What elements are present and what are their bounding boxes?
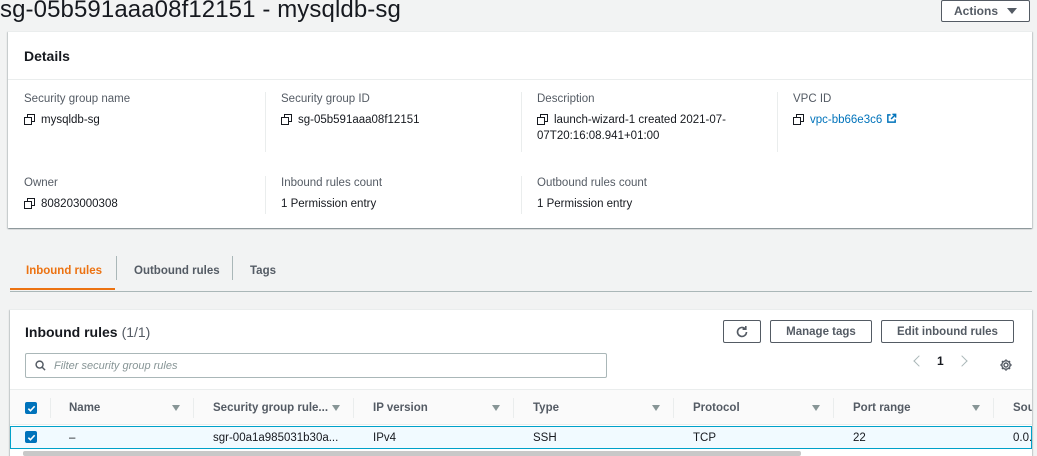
field-label: Inbound rules count — [281, 177, 383, 189]
refresh-icon — [736, 325, 748, 337]
copy-icon[interactable] — [793, 114, 804, 125]
vpc-id-value[interactable]: vpc-bb66e3c6 — [810, 114, 882, 126]
column-divider — [521, 176, 522, 214]
sort-caret-icon[interactable] — [172, 405, 180, 411]
active-tab-indicator — [10, 288, 115, 290]
sort-caret-icon[interactable] — [652, 405, 660, 411]
search-field[interactable] — [25, 353, 607, 378]
copy-icon[interactable] — [24, 114, 35, 125]
actions-button[interactable]: Actions — [941, 0, 1030, 22]
field-description: Description launch-wizard-1 created 2021… — [537, 92, 757, 144]
cell-name: – — [69, 431, 76, 444]
column-divider — [833, 398, 834, 418]
edit-inbound-rules-button[interactable]: Edit inbound rules — [881, 320, 1014, 343]
tab-outbound-rules[interactable]: Outbound rules — [134, 252, 220, 290]
column-header-ip-version[interactable]: IP version — [373, 390, 428, 426]
column-divider — [673, 398, 674, 418]
page-number[interactable]: 1 — [937, 354, 944, 368]
field-label: VPC ID — [793, 93, 832, 105]
manage-tags-button[interactable]: Manage tags — [770, 320, 872, 343]
column-divider — [777, 92, 778, 152]
tab-tags[interactable]: Tags — [250, 252, 276, 290]
column-divider — [353, 398, 354, 418]
column-header-rule-id[interactable]: Security group rule... — [213, 390, 328, 426]
field-vpc-id: VPC ID vpc-bb66e3c6 — [793, 92, 1023, 128]
table-header: Name Security group rule... IP version T… — [10, 389, 1032, 425]
field-label: Owner — [24, 177, 58, 189]
cell-ip-version: IPv4 — [373, 431, 397, 444]
search-icon — [35, 360, 46, 371]
inbound-rules-panel: Inbound rules (1/1) Manage tags Edit inbo… — [10, 309, 1032, 456]
page-title: sg-05b591aaa08f12151 - mysqldb-sg — [0, 0, 401, 23]
cell-rule-id: sgr-00a1a985031b30a... — [213, 431, 339, 444]
details-panel: Details Security group name mysqldb-sg S… — [8, 31, 1032, 228]
select-all-checkbox[interactable] — [25, 402, 37, 414]
field-security-group-name: Security group name mysqldb-sg — [24, 92, 254, 128]
rules-count: (1/1) — [121, 324, 151, 340]
field-label: Security group ID — [281, 93, 370, 105]
field-outbound-rules-count: Outbound rules count 1 Permission entry — [537, 176, 767, 212]
actions-label: Actions — [953, 4, 998, 18]
sort-caret-icon[interactable] — [332, 405, 340, 411]
column-header-protocol[interactable]: Protocol — [693, 390, 740, 426]
field-value: 1 Permission entry — [537, 198, 633, 210]
field-value: 1 Permission entry — [281, 198, 377, 210]
refresh-button[interactable] — [723, 320, 761, 343]
column-divider — [521, 92, 522, 152]
row-checkbox[interactable] — [25, 431, 37, 443]
field-value: sg-05b591aaa08f12151 — [298, 114, 420, 126]
caret-down-icon — [1007, 8, 1017, 14]
search-input[interactable] — [54, 359, 574, 372]
field-label: Outbound rules count — [537, 177, 647, 189]
chevron-left-icon[interactable] — [913, 355, 925, 367]
field-value: mysqldb-sg — [41, 114, 100, 126]
inbound-rules-title: Inbound rules (1/1) — [25, 324, 150, 340]
checkmark-icon — [27, 434, 35, 441]
column-divider — [193, 398, 194, 418]
cell-type: SSH — [533, 431, 557, 444]
copy-icon[interactable] — [281, 114, 292, 125]
copy-icon[interactable] — [24, 198, 35, 209]
copy-icon[interactable] — [537, 114, 548, 125]
column-header-port-range[interactable]: Port range — [853, 390, 911, 426]
field-value-line1: launch-wizard-1 created 2021-07- — [554, 114, 726, 126]
column-divider — [513, 398, 514, 418]
sort-caret-icon[interactable] — [812, 405, 820, 411]
checkmark-icon — [27, 405, 35, 412]
tab-separator — [232, 256, 233, 280]
column-header-name[interactable]: Name — [69, 390, 100, 426]
column-header-source[interactable]: Sou — [1013, 390, 1032, 426]
tab-inbound-rules[interactable]: Inbound rules — [26, 252, 102, 290]
cell-port-range: 22 — [853, 431, 866, 444]
column-divider — [265, 176, 266, 214]
sort-caret-icon[interactable] — [972, 405, 980, 411]
field-owner: Owner 808203000308 — [24, 176, 254, 212]
field-security-group-id: Security group ID sg-05b591aaa08f12151 — [281, 92, 511, 128]
column-divider — [993, 398, 994, 418]
column-divider — [265, 92, 266, 152]
field-label: Security group name — [24, 93, 131, 105]
column-header-type[interactable]: Type — [533, 390, 559, 426]
field-value: 808203000308 — [41, 198, 118, 210]
chevron-right-icon[interactable] — [956, 355, 968, 367]
field-label: Description — [537, 93, 595, 105]
field-value-line2: 07T20:16:08.941+01:00 — [537, 130, 660, 142]
tab-bar: Inbound rules Outbound rules Tags — [10, 252, 1032, 292]
details-header: Details — [8, 32, 1032, 80]
gear-icon[interactable] — [999, 358, 1013, 372]
panel-title: Inbound rules — [25, 324, 118, 340]
tab-separator — [116, 256, 117, 280]
cell-source: 0.0. — [1013, 431, 1032, 444]
cell-protocol: TCP — [693, 431, 716, 444]
vpc-id-link[interactable]: vpc-bb66e3c6 — [810, 112, 897, 128]
table-row[interactable]: – sgr-00a1a985031b30a... IPv4 SSH TCP 22… — [10, 426, 1032, 449]
field-inbound-rules-count: Inbound rules count 1 Permission entry — [281, 176, 511, 212]
column-divider — [50, 398, 51, 418]
sort-caret-icon[interactable] — [492, 405, 500, 411]
pagination: 1 — [913, 354, 968, 368]
horizontal-scrollbar[interactable] — [23, 451, 801, 456]
external-link-icon — [887, 113, 897, 123]
